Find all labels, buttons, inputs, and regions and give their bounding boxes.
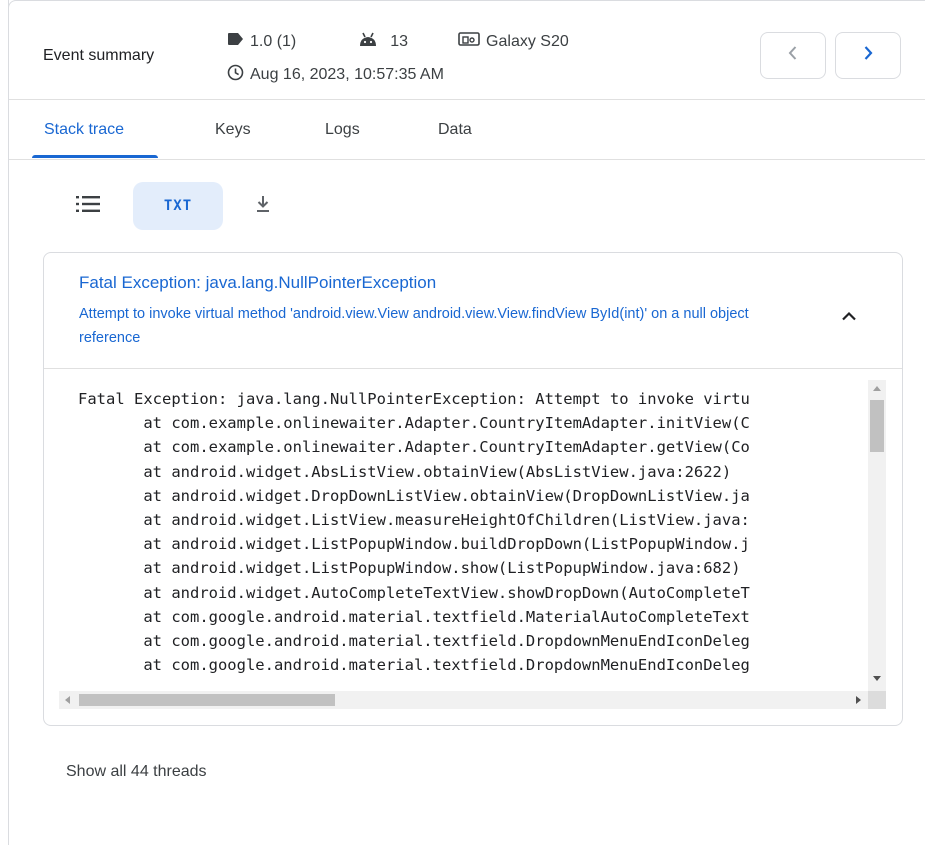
vertical-scroll-thumb[interactable]	[870, 400, 884, 452]
stack-trace-text[interactable]: Fatal Exception: java.lang.NullPointerEx…	[44, 369, 866, 687]
event-summary-title: Event summary	[43, 47, 155, 64]
stack-trace-line: at android.widget.AbsListView.obtainView…	[78, 462, 732, 481]
txt-view-button[interactable]: TXT	[133, 182, 223, 230]
event-summary-header: Event summary 1.0 (1) 13 Galaxy S20 Aug …	[9, 9, 925, 100]
next-event-button[interactable]	[835, 32, 901, 79]
clock-icon	[227, 64, 244, 86]
tab-logs[interactable]: Logs	[325, 121, 360, 139]
android-version-value: 13	[390, 32, 409, 50]
tab-keys[interactable]: Keys	[215, 121, 251, 139]
download-icon	[255, 194, 271, 219]
stack-trace-line: at android.widget.ListPopupWindow.buildD…	[78, 535, 750, 554]
show-all-threads-link[interactable]: Show all 44 threads	[66, 763, 207, 781]
event-timestamp: Aug 16, 2023, 10:57:35 AM	[227, 64, 444, 86]
exception-card: Fatal Exception: java.lang.NullPointerEx…	[43, 252, 903, 726]
collapse-button[interactable]	[829, 298, 869, 338]
scroll-down-arrow-icon[interactable]	[873, 676, 881, 681]
exception-title: Fatal Exception: java.lang.NullPointerEx…	[79, 273, 437, 292]
device-icon	[458, 31, 480, 52]
label-tag-icon	[227, 32, 244, 51]
horizontal-scrollbar[interactable]	[59, 691, 868, 709]
device-name: Galaxy S20	[458, 31, 569, 52]
stack-trace-line: at android.widget.ListPopupWindow.show(L…	[78, 559, 741, 578]
active-tab-indicator	[32, 155, 158, 158]
previous-event-button[interactable]	[760, 32, 826, 79]
chevron-left-icon	[787, 45, 799, 66]
stack-trace-line: at com.example.onlinewaiter.Adapter.Coun…	[78, 414, 750, 433]
app-version-value: 1.0 (1)	[250, 32, 297, 50]
android-version: 13	[358, 31, 408, 52]
scrollbar-corner	[868, 691, 886, 709]
stack-trace-line: at com.google.android.material.textfield…	[78, 607, 750, 626]
chevron-up-icon	[841, 309, 857, 327]
stack-trace-line: at android.widget.DropDownListView.obtai…	[78, 486, 750, 505]
event-timestamp-value: Aug 16, 2023, 10:57:35 AM	[250, 66, 444, 83]
stack-trace-line: at com.google.android.material.textfield…	[78, 632, 750, 651]
scroll-up-arrow-icon[interactable]	[873, 386, 881, 391]
app-version: 1.0 (1)	[227, 32, 296, 51]
panel-top-border	[8, 0, 925, 8]
scroll-right-arrow-icon[interactable]	[856, 696, 861, 704]
device-name-value: Galaxy S20	[486, 32, 569, 50]
tab-data[interactable]: Data	[438, 121, 472, 139]
stack-trace-line: at android.widget.ListView.measureHeight…	[78, 511, 750, 530]
tab-stack-trace[interactable]: Stack trace	[44, 121, 124, 139]
stack-trace-line: at android.widget.AutoCompleteTextView.s…	[78, 583, 750, 602]
event-tabs: Stack trace Keys Logs Data	[9, 100, 925, 160]
stack-trace-line: at com.google.android.material.textfield…	[78, 656, 750, 675]
list-view-button[interactable]	[62, 183, 114, 229]
vertical-scrollbar[interactable]	[868, 380, 886, 691]
exception-card-header[interactable]: Fatal Exception: java.lang.NullPointerEx…	[44, 253, 902, 369]
horizontal-scroll-thumb[interactable]	[79, 694, 335, 706]
stack-trace-line: at com.example.onlinewaiter.Adapter.Coun…	[78, 438, 750, 457]
stack-trace-line: Fatal Exception: java.lang.NullPointerEx…	[78, 390, 750, 408]
list-icon	[75, 194, 101, 219]
exception-message: Attempt to invoke virtual method 'androi…	[79, 306, 749, 346]
scroll-left-arrow-icon[interactable]	[65, 696, 70, 704]
event-meta-row: 1.0 (1) 13 Galaxy S20	[227, 31, 569, 52]
chevron-right-icon	[862, 45, 874, 66]
android-icon	[358, 31, 378, 52]
download-button[interactable]	[240, 183, 286, 229]
